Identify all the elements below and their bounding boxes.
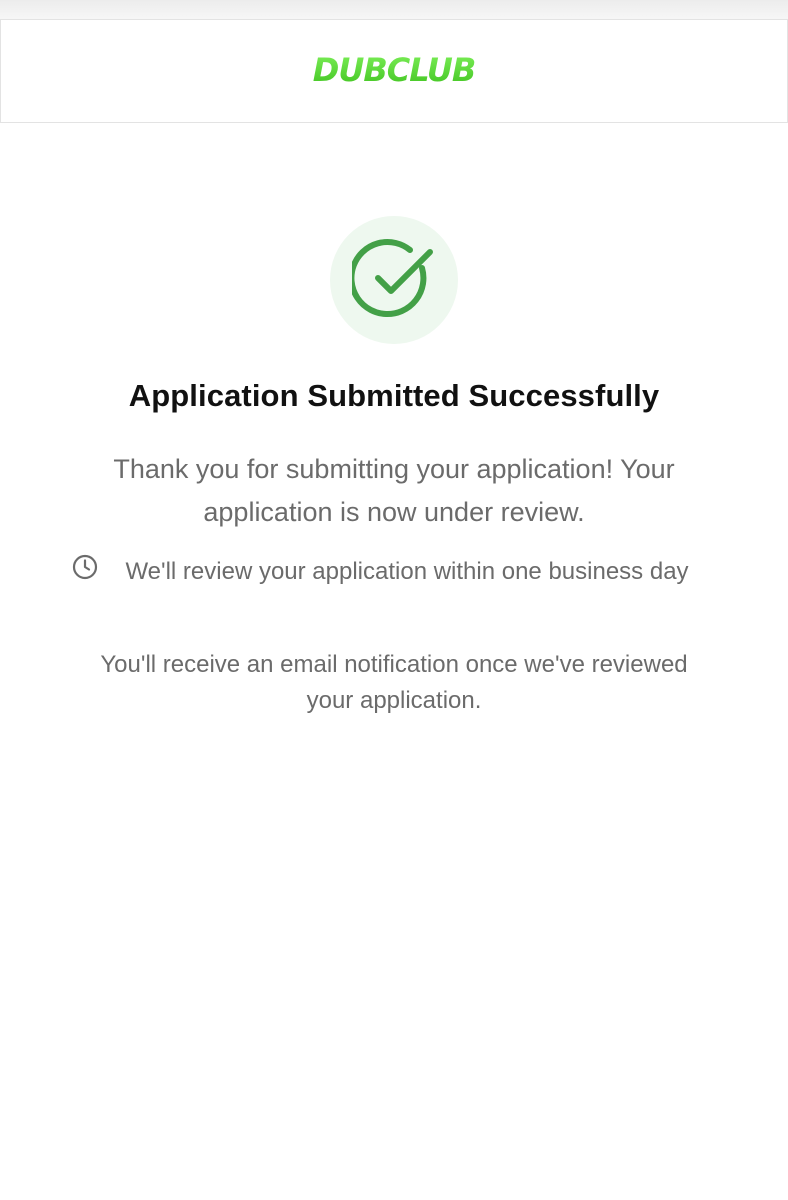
check-circle-icon <box>352 239 433 317</box>
page: DUBCLUB Application Submitted Successful… <box>0 0 788 1200</box>
dubclub-logo[interactable]: DUBCLUB <box>1 50 787 95</box>
review-timeline-text: We'll review your application within one… <box>125 558 689 585</box>
page-title: Application Submitted Successfully <box>128 378 660 413</box>
confirmation-message: Thank you for submitting your applicatio… <box>113 454 675 527</box>
email-notification-note: You'll receive an email notification onc… <box>100 651 688 714</box>
clock-icon <box>72 554 98 580</box>
logo-wordmark: DUBCLUB <box>313 51 475 89</box>
header: DUBCLUB <box>0 19 788 123</box>
top-strip <box>0 0 788 20</box>
success-badge <box>330 216 458 344</box>
